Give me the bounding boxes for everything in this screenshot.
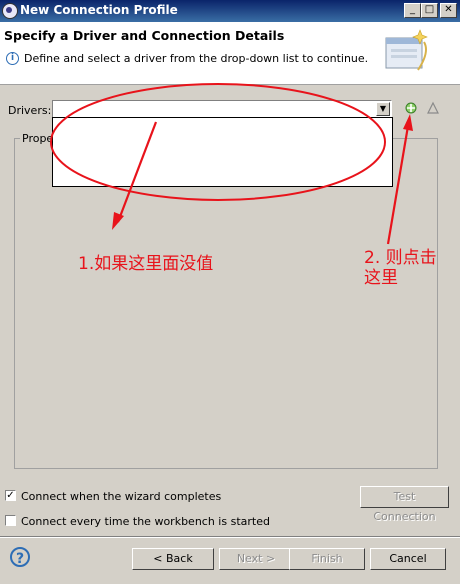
annotation-arrow-2 [386,125,410,245]
annotation-ellipse [50,83,386,201]
annotation-arrowhead-1 [112,212,124,230]
annotation-arrow-1 [116,121,158,223]
annotation-note-1: 1.如果这里面没值 [78,254,214,274]
annotation-overlay [50,83,413,245]
annotation-note-2-line2: 这里 [364,268,398,288]
annotation-arrowhead-2 [403,114,413,131]
